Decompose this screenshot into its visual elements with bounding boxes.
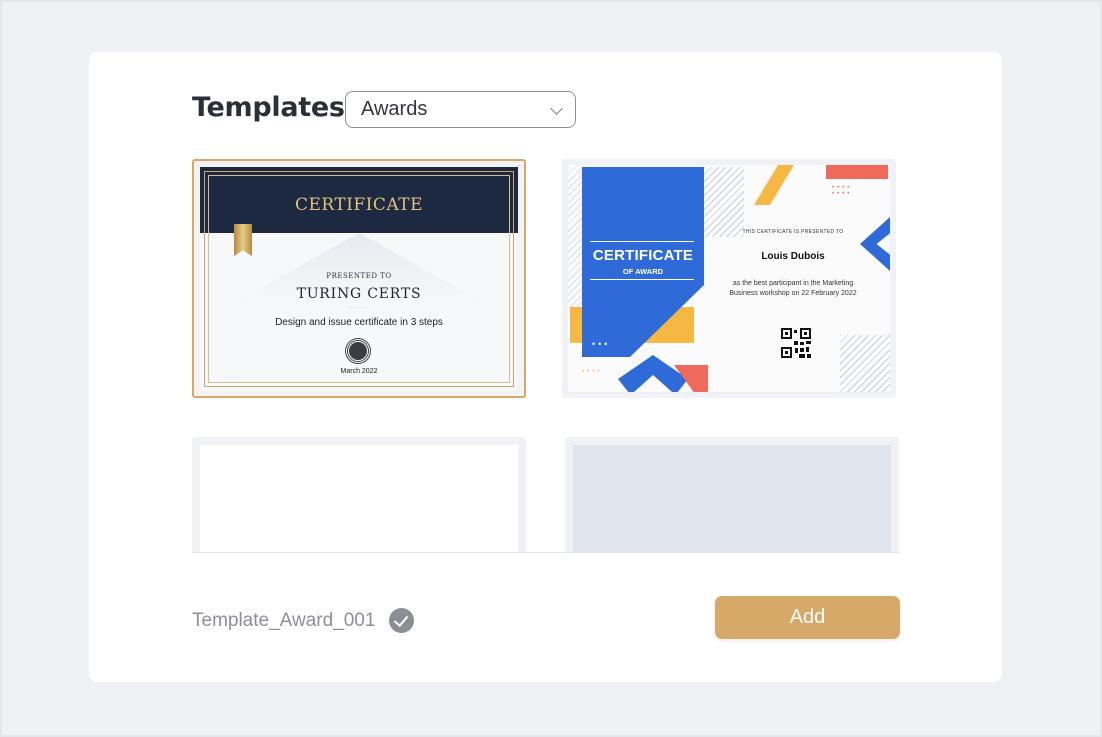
presented-to-label: PRESENTED TO bbox=[326, 272, 392, 280]
selected-template-name: Template_Award_001 bbox=[192, 608, 415, 633]
seal-icon bbox=[346, 339, 370, 363]
template-picker-panel: Templates Awards CERTIFICATE PRESENTED T… bbox=[89, 52, 1002, 682]
recipient-name: Louis Dubois bbox=[761, 251, 825, 262]
chevron-down-icon bbox=[550, 102, 563, 115]
template-card-award[interactable]: CERTIFICATE OF AWARD ••• •••• •••• •••• T… bbox=[562, 159, 896, 398]
certificate-preview-award: CERTIFICATE OF AWARD ••• •••• •••• •••• T… bbox=[568, 165, 890, 392]
template-card-gray[interactable] bbox=[565, 437, 899, 552]
decorative-dots: ..... bbox=[349, 303, 369, 310]
check-circle-icon bbox=[389, 608, 415, 633]
template-card-classic[interactable]: CERTIFICATE PRESENTED TO TURING CERTS ..… bbox=[192, 159, 526, 398]
template-card-blank[interactable] bbox=[192, 437, 526, 552]
hatch-decoration bbox=[840, 335, 890, 392]
certificate-description: as the best participant in the Marketing… bbox=[729, 280, 857, 297]
page-title: Templates bbox=[192, 92, 345, 123]
template-grid[interactable]: CERTIFICATE PRESENTED TO TURING CERTS ..… bbox=[192, 159, 900, 553]
blue-chevron-shape bbox=[618, 355, 688, 392]
certificate-description: Design and issue certificate in 3 steps bbox=[275, 317, 443, 328]
decorative-dots: •••• bbox=[582, 369, 603, 375]
add-button[interactable]: Add bbox=[715, 596, 900, 639]
template-name-label: Template_Award_001 bbox=[192, 609, 376, 631]
decorative-dots: •••• •••• bbox=[832, 185, 853, 197]
red-shape bbox=[826, 165, 888, 179]
blue-chevron-shape bbox=[860, 217, 890, 271]
certificate-preview-classic: CERTIFICATE PRESENTED TO TURING CERTS ..… bbox=[200, 167, 518, 391]
decorative-dots: ••• bbox=[592, 339, 611, 349]
recipient-name: TURING CERTS bbox=[296, 286, 422, 302]
category-select[interactable]: Awards bbox=[345, 91, 576, 128]
certificate-preview-blank bbox=[200, 445, 518, 552]
banner-line bbox=[590, 241, 694, 242]
certificate-date: March 2022 bbox=[340, 368, 378, 375]
yellow-shape bbox=[754, 165, 794, 205]
certificate-preview-gray bbox=[573, 445, 891, 552]
category-select-value: Awards bbox=[361, 98, 428, 120]
certificate-title: CERTIFICATE bbox=[294, 195, 424, 215]
award-certificate-subtitle: OF AWARD bbox=[622, 267, 664, 276]
banner-line bbox=[590, 279, 694, 280]
hatch-decoration bbox=[568, 167, 582, 307]
hatch-decoration bbox=[704, 167, 744, 237]
qr-code-icon bbox=[781, 328, 811, 358]
presented-to-label: THIS CERTIFICATE IS PRESENTED TO bbox=[742, 229, 844, 235]
award-certificate-title: CERTIFICATE bbox=[592, 247, 694, 264]
